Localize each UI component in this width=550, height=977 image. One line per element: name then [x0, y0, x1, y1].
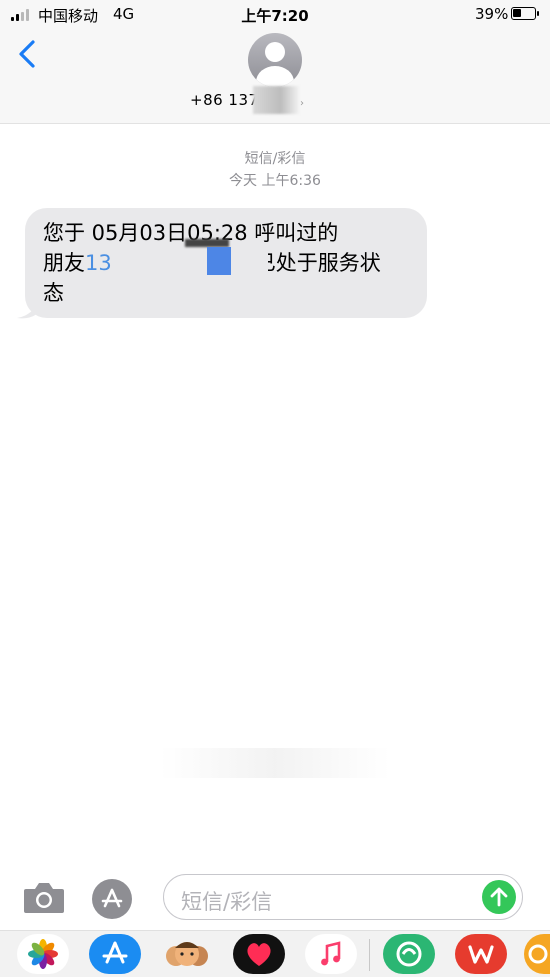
incoming-message-bubble[interactable]: 您于 05月03日05:28 呼叫过的 朋友13 已处于服务状 态	[25, 208, 427, 318]
app-store-icon	[89, 934, 141, 974]
redaction-mark	[185, 239, 229, 247]
digital-touch-icon	[233, 934, 285, 974]
photos-app[interactable]	[17, 934, 69, 974]
battery-icon	[511, 7, 539, 20]
background-artifact	[160, 748, 390, 778]
arrow-up-icon	[490, 887, 508, 907]
redacted-number	[253, 86, 299, 114]
orange-app[interactable]	[524, 934, 550, 974]
message-text: 朋友	[43, 251, 85, 275]
status-time: 上午7:20	[241, 7, 309, 25]
camera-icon	[24, 883, 64, 913]
contact-number[interactable]: +86 137	[190, 91, 259, 109]
battery-percent: 39%	[475, 5, 509, 23]
message-text: 已处于服务状	[254, 251, 381, 275]
app-drawer	[0, 930, 550, 977]
camera-button[interactable]	[22, 880, 66, 916]
message-timestamp: 今天 上午6:36	[229, 173, 321, 189]
app-store-icon	[101, 888, 123, 908]
person-icon	[265, 42, 285, 62]
green-app[interactable]	[383, 934, 435, 974]
messages-screen: 中国移动 4G 上午7:20 39% +86 137 › 短信/彩信 今天 上午…	[0, 0, 550, 977]
photos-icon	[17, 934, 69, 974]
redaction-mark	[207, 247, 231, 275]
strip-divider	[369, 939, 370, 971]
conversation-header: +86 137 ›	[0, 28, 550, 124]
digital-touch-app[interactable]	[233, 934, 285, 974]
app-store-button[interactable]	[92, 879, 132, 919]
music-icon	[305, 934, 357, 974]
contact-avatar[interactable]	[248, 33, 302, 87]
music-app[interactable]	[305, 934, 357, 974]
message-input-placeholder: 短信/彩信	[181, 890, 273, 914]
message-input[interactable]: 短信/彩信	[163, 874, 523, 920]
service-label: 短信/彩信	[244, 151, 306, 167]
phone-link[interactable]: 13	[85, 251, 112, 275]
chevron-left-icon	[19, 40, 35, 68]
chevron-right-icon: ›	[300, 98, 304, 109]
green-app-icon	[383, 934, 435, 974]
memoji-app[interactable]	[161, 934, 213, 974]
app-store-app[interactable]	[89, 934, 141, 974]
back-button[interactable]	[14, 36, 42, 72]
send-button[interactable]	[482, 880, 516, 914]
message-line-3: 态	[43, 281, 64, 305]
memoji-icon	[161, 934, 213, 974]
status-bar: 中国移动 4G 上午7:20 39%	[0, 0, 550, 28]
wps-app[interactable]	[455, 934, 507, 974]
battery-fill	[513, 9, 521, 17]
wps-icon	[455, 934, 507, 974]
orange-app-icon	[524, 934, 550, 974]
